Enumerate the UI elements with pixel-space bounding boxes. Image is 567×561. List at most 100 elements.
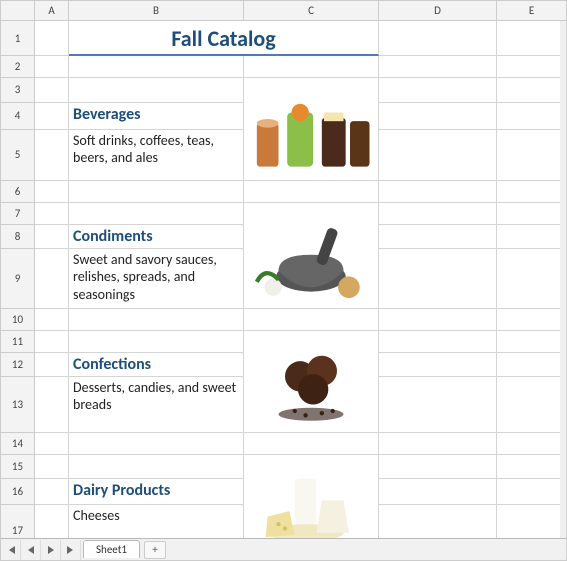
cell-A12[interactable] xyxy=(35,353,69,377)
category-desc-condiments[interactable]: Sweet and savory sauces, relishes, sprea… xyxy=(69,249,244,309)
cell-E15[interactable] xyxy=(497,455,567,479)
select-all-corner[interactable] xyxy=(1,1,35,21)
drinks-icon xyxy=(246,80,376,178)
row-header-10[interactable]: 10 xyxy=(1,309,35,331)
cell-A5[interactable] xyxy=(35,130,69,181)
cell-E6[interactable] xyxy=(497,181,567,203)
cell-E5[interactable] xyxy=(497,130,567,181)
nav-prev-button[interactable] xyxy=(21,540,41,560)
cell-D14[interactable] xyxy=(379,433,497,455)
row-header-6[interactable]: 6 xyxy=(1,181,35,203)
cell-E2[interactable] xyxy=(497,56,567,78)
cell-A13[interactable] xyxy=(35,377,69,433)
cell-E1[interactable] xyxy=(497,21,567,56)
category-heading-dairy[interactable]: Dairy Products xyxy=(69,479,244,505)
category-heading-confections[interactable]: Confections xyxy=(69,353,244,377)
cell-D8[interactable] xyxy=(379,225,497,249)
nav-first-button[interactable] xyxy=(1,540,21,560)
cell-B2[interactable] xyxy=(69,56,244,78)
row-header-16[interactable]: 16 xyxy=(1,479,35,505)
cell-E9[interactable] xyxy=(497,249,567,309)
cell-A9[interactable] xyxy=(35,249,69,309)
beverages-image xyxy=(244,78,379,181)
cell-D1[interactable] xyxy=(379,21,497,56)
cell-D9[interactable] xyxy=(379,249,497,309)
row-header-9[interactable]: 9 xyxy=(1,249,35,309)
cell-D16[interactable] xyxy=(379,479,497,505)
cell-E14[interactable] xyxy=(497,433,567,455)
cell-E10[interactable] xyxy=(497,309,567,331)
cell-B7[interactable] xyxy=(69,203,244,225)
col-header-C[interactable]: C xyxy=(244,1,379,21)
cell-C6[interactable] xyxy=(244,181,379,203)
category-desc-confections[interactable]: Desserts, candies, and sweet breads xyxy=(69,377,244,433)
cell-A4[interactable] xyxy=(35,103,69,130)
cell-B11[interactable] xyxy=(69,331,244,353)
page-title[interactable]: Fall Catalog xyxy=(69,21,379,56)
add-sheet-button[interactable]: + xyxy=(144,541,166,559)
cell-D13[interactable] xyxy=(379,377,497,433)
cell-A6[interactable] xyxy=(35,181,69,203)
row-header-8[interactable]: 8 xyxy=(1,225,35,249)
row-header-1[interactable]: 1 xyxy=(1,21,35,56)
cell-A14[interactable] xyxy=(35,433,69,455)
vertical-scrollbar[interactable] xyxy=(560,21,566,538)
nav-last-button[interactable] xyxy=(61,540,81,560)
cell-E16[interactable] xyxy=(497,479,567,505)
cell-A16[interactable] xyxy=(35,479,69,505)
category-heading-beverages[interactable]: Beverages xyxy=(69,103,244,130)
cell-C10[interactable] xyxy=(244,309,379,331)
row-header-3[interactable]: 3 xyxy=(1,78,35,103)
cell-D4[interactable] xyxy=(379,103,497,130)
row-header-4[interactable]: 4 xyxy=(1,103,35,130)
cell-D15[interactable] xyxy=(379,455,497,479)
cell-B3[interactable] xyxy=(69,78,244,103)
cell-A1[interactable] xyxy=(35,21,69,56)
cell-E12[interactable] xyxy=(497,353,567,377)
cell-A10[interactable] xyxy=(35,309,69,331)
cell-E3[interactable] xyxy=(497,78,567,103)
cell-E8[interactable] xyxy=(497,225,567,249)
cell-E11[interactable] xyxy=(497,331,567,353)
cell-A2[interactable] xyxy=(35,56,69,78)
cell-A15[interactable] xyxy=(35,455,69,479)
col-header-E[interactable]: E xyxy=(497,1,567,21)
cell-B15[interactable] xyxy=(69,455,244,479)
cell-C2[interactable] xyxy=(244,56,379,78)
cell-A11[interactable] xyxy=(35,331,69,353)
col-header-D[interactable]: D xyxy=(379,1,497,21)
cell-B6[interactable] xyxy=(69,181,244,203)
row-header-5[interactable]: 5 xyxy=(1,130,35,181)
sheet-tab-active[interactable]: Sheet1 xyxy=(83,540,140,558)
row-header-14[interactable]: 14 xyxy=(1,433,35,455)
cell-D10[interactable] xyxy=(379,309,497,331)
cell-C14[interactable] xyxy=(244,433,379,455)
category-desc-beverages[interactable]: Soft drinks, coffees, teas, beers, and a… xyxy=(69,130,244,181)
col-header-A[interactable]: A xyxy=(35,1,69,21)
cell-A3[interactable] xyxy=(35,78,69,103)
cell-B10[interactable] xyxy=(69,309,244,331)
cell-D7[interactable] xyxy=(379,203,497,225)
cell-A7[interactable] xyxy=(35,203,69,225)
row-header-13[interactable]: 13 xyxy=(1,377,35,433)
cell-D6[interactable] xyxy=(379,181,497,203)
row-header-2[interactable]: 2 xyxy=(1,56,35,78)
col-header-B[interactable]: B xyxy=(69,1,244,21)
cell-E7[interactable] xyxy=(497,203,567,225)
cell-A8[interactable] xyxy=(35,225,69,249)
cell-D5[interactable] xyxy=(379,130,497,181)
row-header-12[interactable]: 12 xyxy=(1,353,35,377)
spreadsheet-grid[interactable]: A B C D E 1 Fall Catalog 2 3 4 Beverages… xyxy=(1,1,566,558)
cell-E4[interactable] xyxy=(497,103,567,130)
cell-D3[interactable] xyxy=(379,78,497,103)
nav-next-button[interactable] xyxy=(41,540,61,560)
cell-D11[interactable] xyxy=(379,331,497,353)
row-header-15[interactable]: 15 xyxy=(1,455,35,479)
cell-D2[interactable] xyxy=(379,56,497,78)
cell-B14[interactable] xyxy=(69,433,244,455)
cell-D12[interactable] xyxy=(379,353,497,377)
category-heading-condiments[interactable]: Condiments xyxy=(69,225,244,249)
row-header-7[interactable]: 7 xyxy=(1,203,35,225)
row-header-11[interactable]: 11 xyxy=(1,331,35,353)
cell-E13[interactable] xyxy=(497,377,567,433)
